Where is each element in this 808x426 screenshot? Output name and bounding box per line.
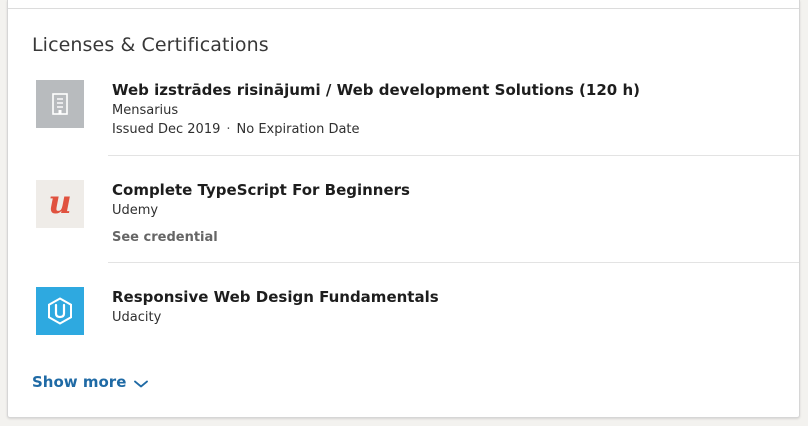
- section-title: Licenses & Certifications: [32, 34, 269, 56]
- show-more-button[interactable]: Show more: [32, 372, 149, 392]
- chevron-down-icon: [134, 374, 149, 392]
- udemy-logo-icon[interactable]: u: [36, 180, 84, 228]
- item-divider: [108, 155, 799, 156]
- certification-dates: Issued Dec 2019 · No Expiration Date: [112, 121, 802, 139]
- udacity-logo-icon[interactable]: [36, 287, 84, 335]
- show-more-label: Show more: [32, 373, 127, 391]
- top-divider: [8, 8, 799, 9]
- licenses-certifications-card: Licenses & Certifications Web izstrādes …: [7, 0, 800, 418]
- certification-title[interactable]: Complete TypeScript For Beginners: [112, 180, 802, 200]
- separator-dot: ·: [226, 122, 231, 137]
- issued-date: Issued Dec 2019: [112, 122, 221, 137]
- certification-title[interactable]: Responsive Web Design Fundamentals: [112, 287, 802, 307]
- certification-issuer: Udacity: [112, 310, 162, 325]
- certification-title[interactable]: Web izstrādes risinājumi / Web developme…: [112, 80, 802, 100]
- item-divider: [108, 262, 799, 263]
- building-icon[interactable]: [36, 80, 84, 128]
- see-credential-link[interactable]: See credential: [112, 229, 802, 247]
- expiration-text: No Expiration Date: [236, 122, 360, 137]
- certification-issuer: Udemy: [112, 203, 159, 218]
- certification-issuer: Mensarius: [112, 103, 179, 118]
- udemy-logo-letter: u: [48, 183, 72, 221]
